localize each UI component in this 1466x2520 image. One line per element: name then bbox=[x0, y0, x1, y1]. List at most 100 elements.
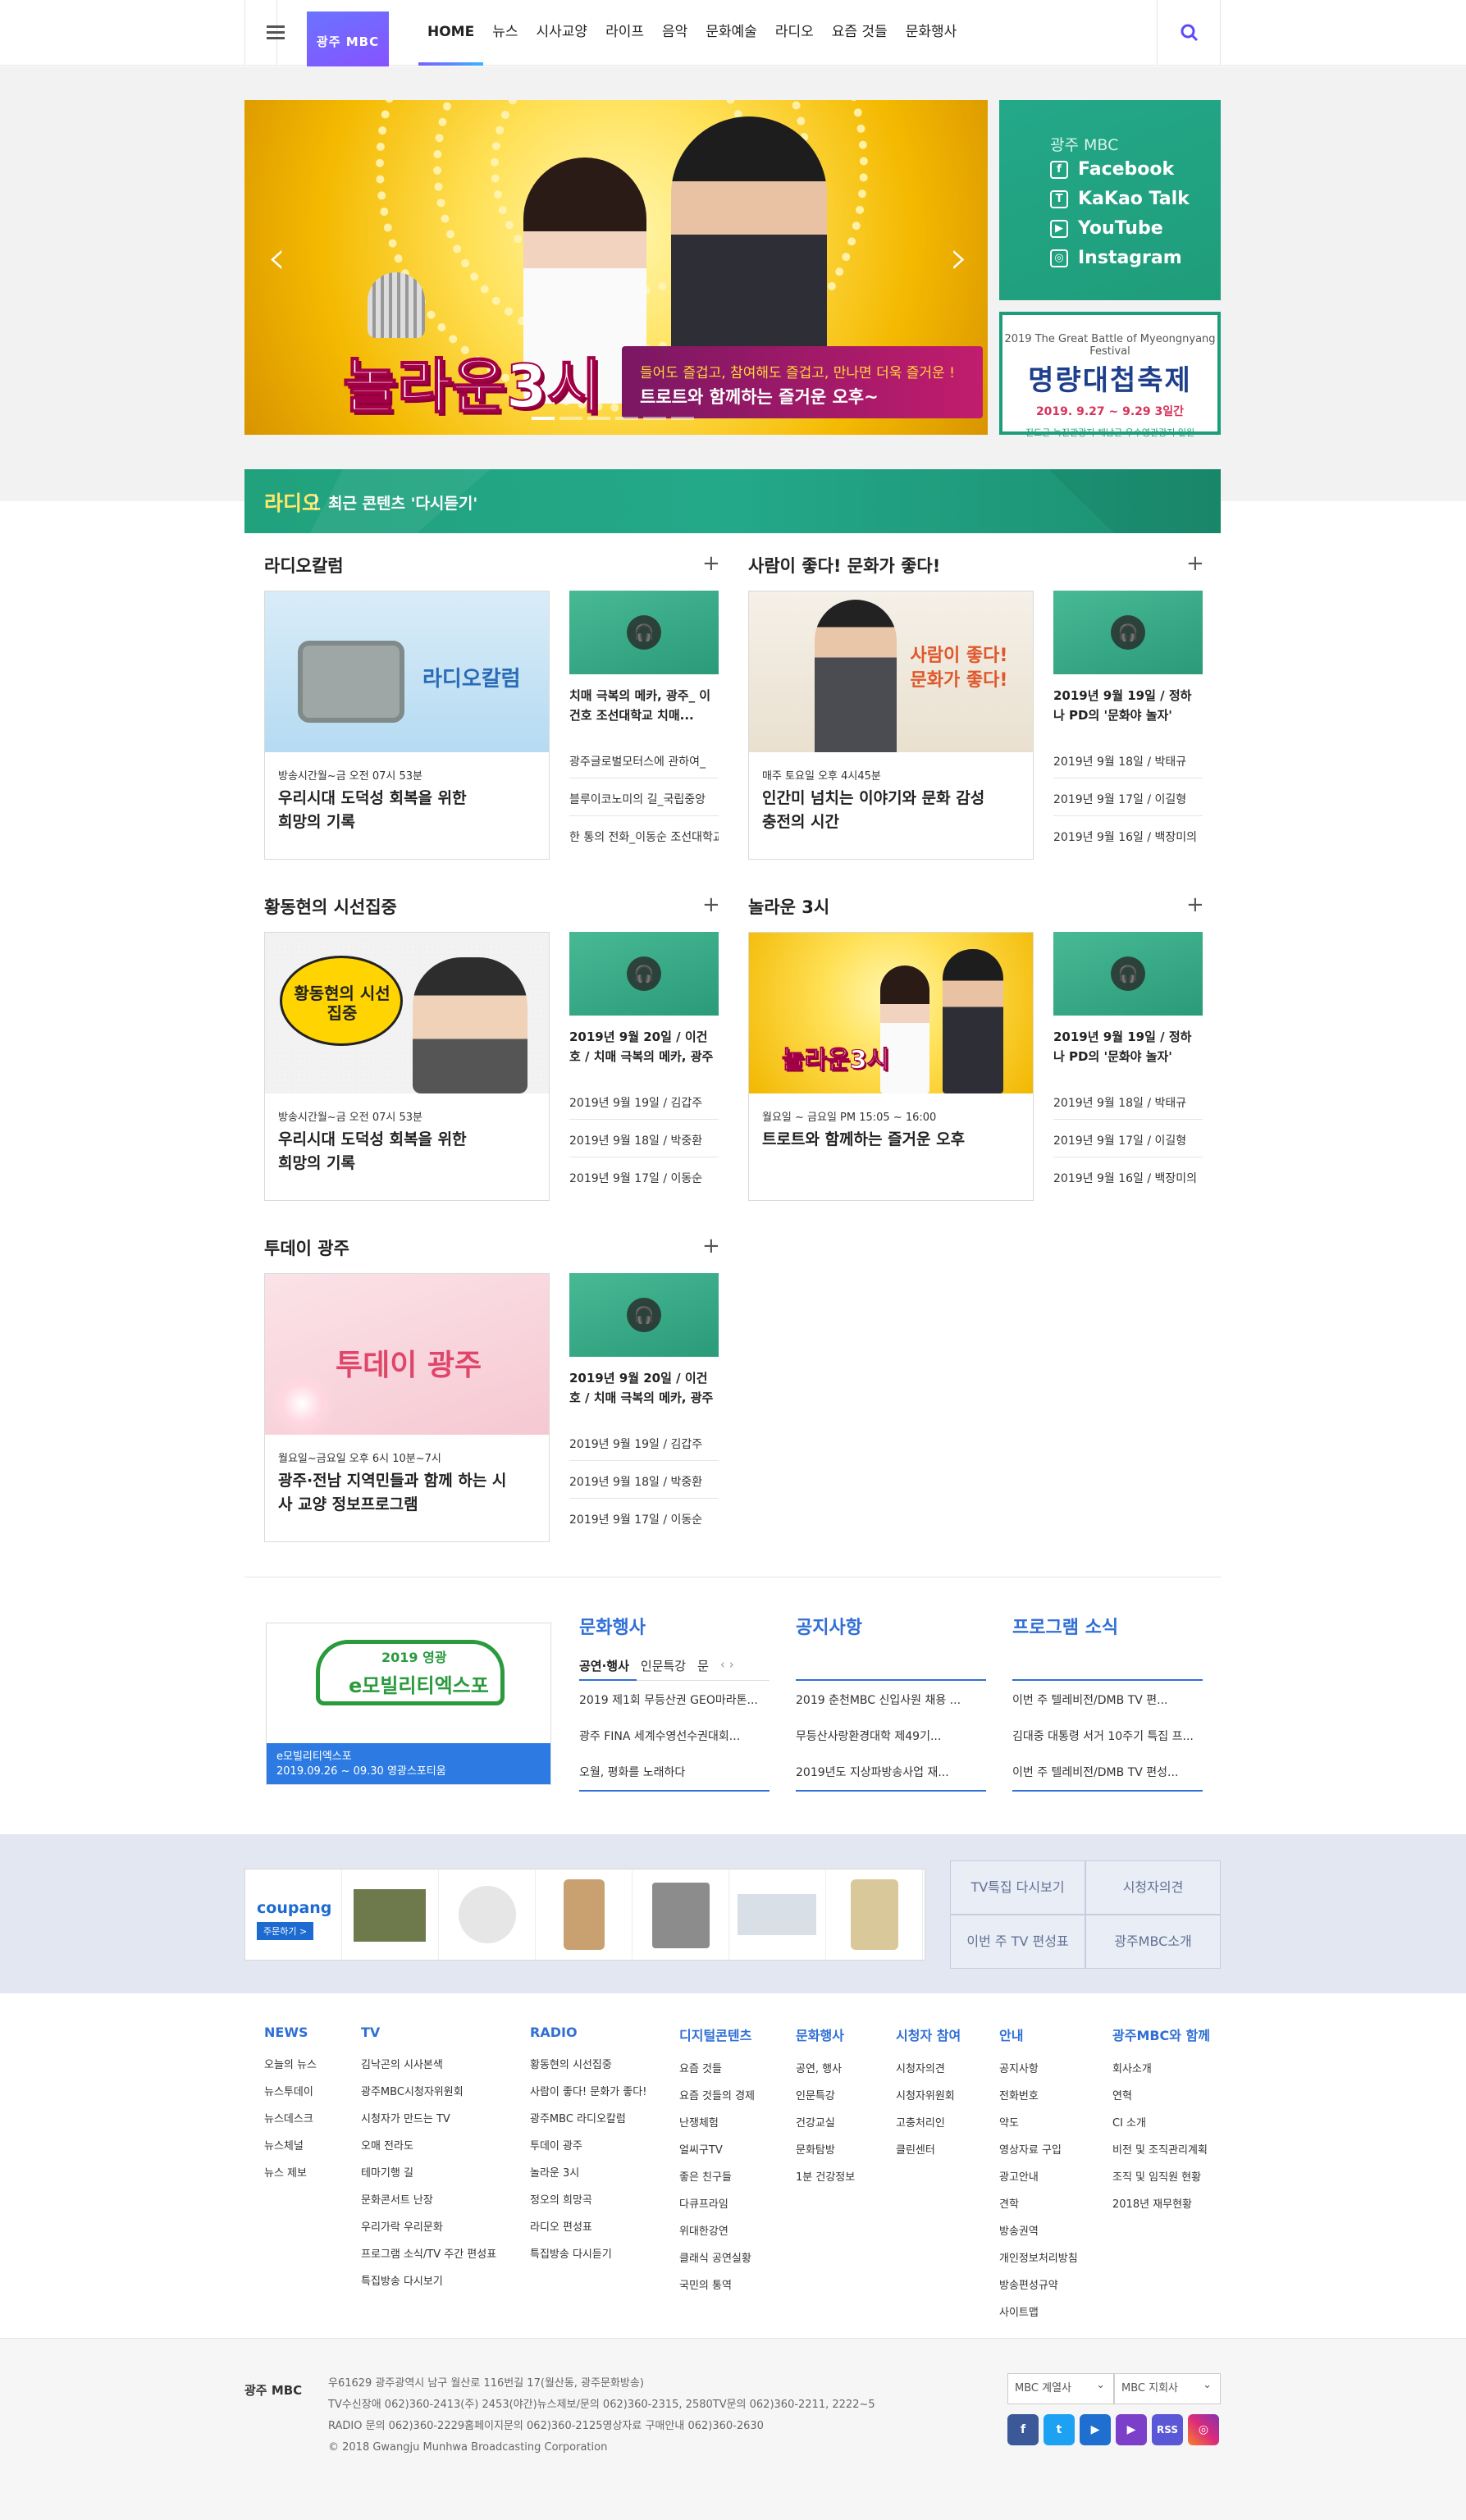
branch-select[interactable]: MBC 지회사 bbox=[1114, 2371, 1221, 2404]
sitemap-link[interactable]: 광주MBC 라디오칼럼 bbox=[530, 2106, 646, 2133]
nav-young-things[interactable]: 요즘 것들 bbox=[823, 0, 897, 66]
sitemap-heading[interactable]: 안내 bbox=[999, 2025, 1078, 2044]
plus-icon[interactable]: + bbox=[702, 894, 720, 915]
sitemap-link[interactable]: 뉴스 제보 bbox=[264, 2160, 317, 2187]
list-item[interactable]: 무등산사랑환경대학 제49기... bbox=[796, 1728, 984, 1744]
sitemap-link[interactable]: 정오의 희망곡 bbox=[530, 2187, 646, 2214]
featured-card[interactable]: 사람이 좋다! 문화가 좋다! 매주 토요일 오후 4시45분 인간미 넘치는 … bbox=[748, 591, 1034, 860]
sitemap-link[interactable]: 공지사항 bbox=[999, 2056, 1078, 2083]
list-item[interactable]: 2019년도 지상파방송사업 재... bbox=[796, 1764, 984, 1780]
panel-title[interactable]: 프로그램 소식 bbox=[1012, 1613, 1118, 1639]
featured-card[interactable]: 황동현의 시선집중 방송시간월~금 오전 07시 53분 우리시대 도덕성 회복… bbox=[264, 932, 550, 1201]
sitemap-link[interactable]: 약도 bbox=[999, 2110, 1078, 2137]
sitemap-link[interactable]: 견학 bbox=[999, 2191, 1078, 2218]
nav-news[interactable]: 뉴스 bbox=[483, 0, 527, 66]
plus-icon[interactable]: + bbox=[702, 553, 720, 574]
sitemap-link[interactable]: 투데이 광주 bbox=[530, 2133, 646, 2160]
tab-lecture[interactable]: 인문특강 bbox=[641, 1657, 686, 1674]
sitemap-heading[interactable]: TV bbox=[361, 2025, 496, 2040]
latest-title[interactable]: 2019년 9월 20일 / 이건호 / 치매 극복의 메카, 광주 bbox=[569, 1027, 719, 1066]
tabs-nav-arrows[interactable]: ‹ › bbox=[720, 1657, 734, 1674]
list-item[interactable]: 블루이코노미의 길_국립중앙 bbox=[569, 791, 719, 816]
latest-title[interactable]: 2019년 9월 19일 / 정하나 PD의 '문화야 놀자' bbox=[1053, 686, 1203, 725]
list-item[interactable]: 김대중 대통령 서거 10주기 특집 프... bbox=[1012, 1728, 1201, 1744]
nav-life[interactable]: 라이프 bbox=[596, 0, 653, 66]
panel-title[interactable]: 공지사항 bbox=[796, 1613, 862, 1639]
sitemap-link[interactable]: 광주MBC시청자위원회 bbox=[361, 2079, 496, 2106]
tab-performance[interactable]: 공연·행사 bbox=[579, 1657, 629, 1674]
sitemap-link[interactable]: 시청자가 만드는 TV bbox=[361, 2106, 496, 2133]
sitemap-link[interactable]: 비전 및 조직관리계획 bbox=[1112, 2137, 1210, 2164]
nav-culture-art[interactable]: 문화예술 bbox=[696, 0, 766, 66]
kakaotalk-link[interactable]: T KaKao Talk bbox=[1050, 189, 1190, 209]
sitemap-link[interactable]: 황동현의 시선집중 bbox=[530, 2052, 646, 2079]
sitemap-link[interactable]: 국민의 통역 bbox=[679, 2272, 755, 2299]
sitemap-link[interactable]: 특집방송 다시듣기 bbox=[530, 2241, 646, 2268]
sitemap-link[interactable]: 클린센터 bbox=[896, 2137, 961, 2164]
tv-schedule-button[interactable]: 이번 주 TV 편성표 bbox=[950, 1915, 1085, 1969]
festival-banner[interactable]: 2019 The Great Battle of Myeongnyang Fes… bbox=[999, 312, 1221, 438]
list-item[interactable]: 2019년 9월 18일 / 박태규 bbox=[1053, 753, 1203, 778]
product-image[interactable] bbox=[826, 1869, 923, 1960]
sitemap-link[interactable]: 난쟁체험 bbox=[679, 2110, 755, 2137]
hero-banner[interactable]: 놀라운3시 들어도 즐겁고, 참여해도 즐겁고, 만나면 더욱 즐거운 ! 트로… bbox=[244, 100, 988, 435]
viewer-opinion-button[interactable]: 시청자의견 bbox=[1085, 1860, 1221, 1915]
sitemap-link[interactable]: 뉴스투데이 bbox=[264, 2079, 317, 2106]
sitemap-link[interactable]: 방송권역 bbox=[999, 2218, 1078, 2245]
sitemap-link[interactable]: 고충처리인 bbox=[896, 2110, 961, 2137]
list-item[interactable]: 한 통의 전화_이동순 조선대학교 bbox=[569, 829, 719, 853]
sitemap-link[interactable]: 공연, 행사 bbox=[796, 2056, 855, 2083]
latest-thumb[interactable]: 🎧 bbox=[1053, 932, 1203, 1016]
sitemap-link[interactable]: 특집방송 다시보기 bbox=[361, 2268, 496, 2295]
sitemap-heading[interactable]: NEWS bbox=[264, 2025, 317, 2040]
list-item[interactable]: 2019년 9월 17일 / 이동순 bbox=[569, 1511, 719, 1536]
plus-icon[interactable]: + bbox=[702, 1235, 720, 1257]
sitemap-heading[interactable]: 디지털콘텐츠 bbox=[679, 2025, 755, 2044]
sitemap-link[interactable]: 1분 건강정보 bbox=[796, 2164, 855, 2191]
sitemap-link[interactable]: 시청자위원회 bbox=[896, 2083, 961, 2110]
product-image[interactable] bbox=[439, 1869, 536, 1960]
facebook-icon[interactable]: f bbox=[1007, 2414, 1039, 2445]
nav-music[interactable]: 음악 bbox=[653, 0, 696, 66]
list-item[interactable]: 2019 춘천MBC 신입사원 채용 ... bbox=[796, 1691, 984, 1708]
product-image[interactable] bbox=[633, 1869, 729, 1960]
rss-icon[interactable]: RSS bbox=[1152, 2414, 1183, 2445]
sitemap-link[interactable]: 프로그램 소식/TV 주간 편성표 bbox=[361, 2241, 496, 2268]
list-item[interactable]: 이번 주 텔레비전/DMB TV 편... bbox=[1012, 1691, 1201, 1708]
sitemap-link[interactable]: 광고안내 bbox=[999, 2164, 1078, 2191]
list-item[interactable]: 2019년 9월 18일 / 박중환 bbox=[569, 1132, 719, 1157]
sitemap-link[interactable]: 인문특강 bbox=[796, 2083, 855, 2110]
plus-icon[interactable]: + bbox=[1186, 553, 1204, 574]
latest-thumb[interactable]: 🎧 bbox=[1053, 591, 1203, 674]
sitemap-link[interactable]: 얼씨구TV bbox=[679, 2137, 755, 2164]
panel-title[interactable]: 문화행사 bbox=[579, 1613, 646, 1639]
featured-card[interactable]: 라디오칼럼 방송시간월~금 오전 07시 53분 우리시대 도덕성 회복을 위한… bbox=[264, 591, 550, 860]
sitemap-link[interactable]: 건강교실 bbox=[796, 2110, 855, 2137]
featured-card[interactable]: 놀라운3시 월요일 ~ 금요일 PM 15:05 ~ 16:00 트로트와 함께… bbox=[748, 932, 1034, 1201]
sitemap-link[interactable]: 요즘 것들 bbox=[679, 2056, 755, 2083]
sitemap-link[interactable]: 뉴스체널 bbox=[264, 2133, 317, 2160]
search-button[interactable] bbox=[1157, 0, 1221, 66]
sitemap-heading[interactable]: 광주MBC와 함께 bbox=[1112, 2025, 1210, 2044]
list-item[interactable]: 2019년 9월 17일 / 이동순 bbox=[569, 1170, 719, 1194]
sitemap-link[interactable]: 문화탐방 bbox=[796, 2137, 855, 2164]
list-item[interactable]: 2019년 9월 17일 / 이길형 bbox=[1053, 1132, 1203, 1157]
nav-culture-events[interactable]: 문화행사 bbox=[897, 0, 966, 66]
menu-button[interactable] bbox=[244, 0, 285, 66]
sitemap-link[interactable]: 회사소개 bbox=[1112, 2056, 1210, 2083]
latest-title[interactable]: 2019년 9월 20일 / 이건호 / 치매 극복의 메카, 광주 bbox=[569, 1368, 719, 1408]
sitemap-link[interactable]: 방송편성규약 bbox=[999, 2272, 1078, 2299]
product-image[interactable] bbox=[536, 1869, 633, 1960]
nav-home[interactable]: HOME bbox=[418, 0, 484, 66]
list-item[interactable]: 2019년 9월 18일 / 박중환 bbox=[569, 1473, 719, 1499]
sitemap-heading[interactable]: 문화행사 bbox=[796, 2025, 855, 2044]
sitemap-link[interactable]: 사이트맵 bbox=[999, 2299, 1078, 2326]
plus-icon[interactable]: + bbox=[1186, 894, 1204, 915]
list-item[interactable]: 2019년 9월 18일 / 박태규 bbox=[1053, 1094, 1203, 1120]
order-button[interactable]: 주문하기 > bbox=[257, 1922, 314, 1940]
tv-special-replay-button[interactable]: TV특집 다시보기 bbox=[950, 1860, 1085, 1915]
sitemap-link[interactable]: 클래식 공연실황 bbox=[679, 2245, 755, 2272]
list-item[interactable]: 광주글로벌모터스에 관하여_ bbox=[569, 753, 719, 778]
sitemap-link[interactable]: 문화콘서트 난장 bbox=[361, 2187, 496, 2214]
list-item[interactable]: 2019년 9월 19일 / 김갑주 bbox=[569, 1436, 719, 1461]
